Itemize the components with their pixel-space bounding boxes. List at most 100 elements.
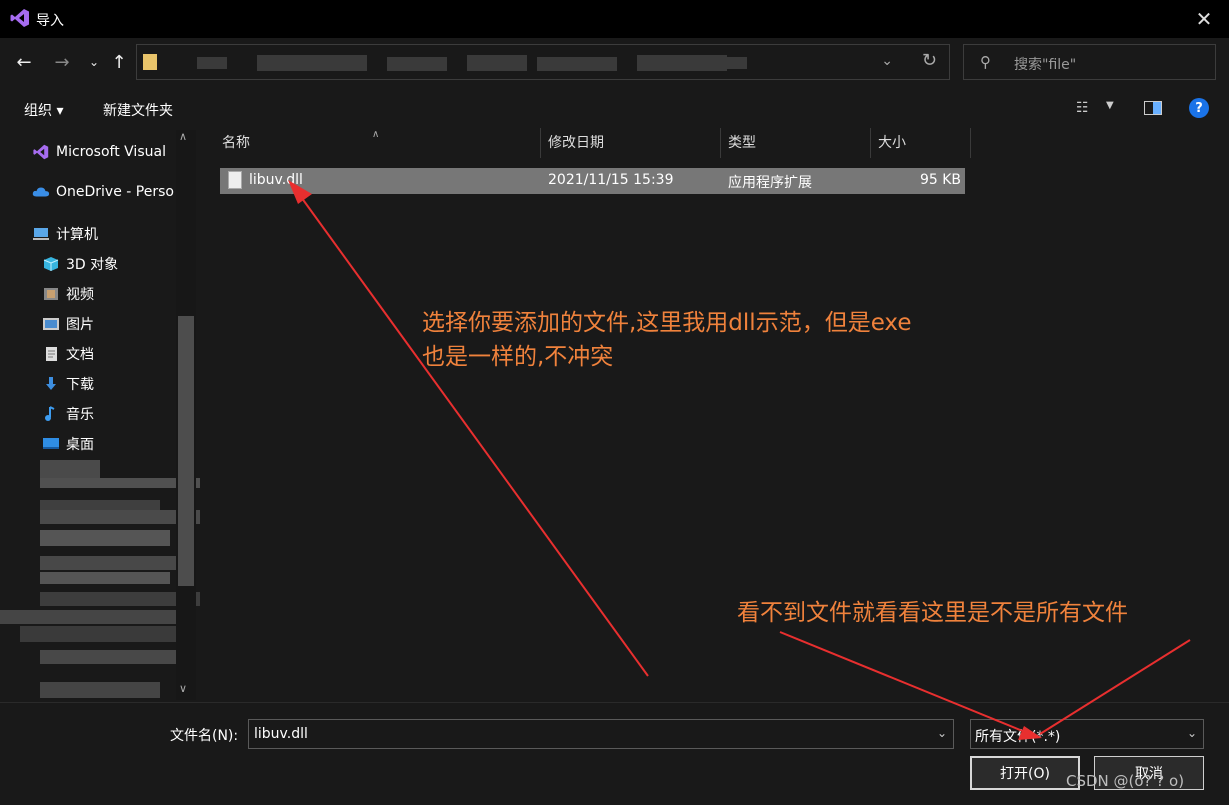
filetype-value: 所有文件(*.*) [975,729,1061,745]
table-row[interactable]: libuv.dll 2021/11/15 15:39 应用程序扩展 95 KB [220,168,965,194]
filename-label: 文件名(N): [170,728,239,744]
recent-locations-chevron-icon[interactable]: ⌄ [82,50,106,74]
annotation-note-filetype: 看不到文件就看看这里是不是所有文件 [737,600,1128,626]
column-separator[interactable] [720,128,721,158]
redacted-item [0,610,180,624]
annotation-note-line1: 选择你要添加的文件,这里我用dll示范，但是exe [422,310,912,336]
computer-icon [33,228,49,240]
redacted-item [20,626,190,642]
column-separator[interactable] [970,128,971,158]
onedrive-icon [32,187,50,197]
dialog-footer: 文件名(N): libuv.dll ⌄ 所有文件(*.*) ⌄ 打开(O) 取消 [0,702,1229,805]
file-size: 95 KB [919,172,961,188]
visual-studio-icon [33,144,49,160]
sidebar-item-label: 文档 [66,347,94,363]
filename-value[interactable]: libuv.dll [254,726,308,742]
forward-button[interactable]: → [50,50,74,74]
sidebar-item-label: 桌面 [66,437,94,453]
column-header-type[interactable]: 类型 [728,126,756,160]
sidebar-item-label: 音乐 [66,407,94,423]
blurred-path-segment [387,57,447,71]
title-bar: 导入 ✕ [0,0,1229,38]
up-button[interactable]: ↑ [107,50,131,74]
redacted-item [40,460,100,480]
file-name: libuv.dll [249,172,303,188]
view-options-icon[interactable]: ☷ [1076,100,1089,116]
sidebar-item-label: 计算机 [56,227,98,243]
redacted-item [40,556,190,570]
help-button[interactable]: ? [1189,98,1209,118]
sidebar-item-label: OneDrive - Perso [56,184,174,200]
sidebar-item-computer[interactable]: 计算机 [32,224,98,244]
address-bar[interactable]: ⌄ ↻ [136,44,950,80]
blurred-path-segment [467,55,527,71]
column-header-modified[interactable]: 修改日期 [548,126,604,160]
annotation-note-line2: 也是一样的,不冲突 [422,344,614,370]
sidebar-item-downloads[interactable]: 下载 [42,374,94,394]
sidebar-item-label: 下载 [66,377,94,393]
filename-field[interactable]: libuv.dll ⌄ [248,719,954,749]
command-toolbar: 组织 ▾ 新建文件夹 ☷ ▼ ? [0,90,1229,126]
sidebar-item-3d-objects[interactable]: 3D 对象 [42,254,118,274]
column-separator[interactable] [870,128,871,158]
sidebar-scrollbar[interactable]: ∧ ∨ [176,130,196,700]
blurred-path-segment [197,57,227,69]
sidebar-item-label: Microsoft Visual [56,144,166,160]
blurred-path-segment [257,55,367,71]
file-modified: 2021/11/15 15:39 [548,172,674,188]
sidebar-item-label: 图片 [66,317,94,333]
refresh-icon[interactable]: ↻ [922,50,937,71]
sidebar-item-pictures[interactable]: 图片 [42,314,94,334]
visual-studio-icon [10,9,29,27]
sidebar-item-music[interactable]: 音乐 [42,404,94,424]
organize-button[interactable]: 组织 ▾ [24,100,63,120]
column-header-name[interactable]: 名称 [222,126,250,160]
sidebar-item-documents[interactable]: 文档 [42,344,94,364]
address-history-chevron-icon[interactable]: ⌄ [881,53,893,69]
watermark-text: CSDN @(o? ? o) [1066,772,1185,790]
back-button[interactable]: ← [12,50,36,74]
filetype-select[interactable]: 所有文件(*.*) ⌄ [970,719,1204,749]
search-icon: ⚲ [980,53,991,71]
download-icon [46,377,56,390]
sort-ascending-icon: ∧ [372,129,380,140]
sidebar-item-desktop[interactable]: 桌面 [42,434,94,454]
blurred-path-segment [717,57,747,69]
search-box[interactable]: ⚲ 搜索"file" [963,44,1216,80]
redacted-item [40,682,160,698]
navigation-pane: Microsoft Visual OneDrive - Perso 计算机 3D… [0,126,200,702]
sidebar-item-visual-studio[interactable]: Microsoft Visual [32,144,166,160]
column-header-size[interactable]: 大小 [878,126,906,160]
sidebar-item-label: 3D 对象 [66,257,119,273]
redacted-item [40,530,170,546]
window-title: 导入 [36,13,64,29]
pictures-icon [43,318,59,330]
view-chevron-icon[interactable]: ▼ [1106,100,1114,111]
blurred-path-segment [637,55,727,71]
close-button[interactable]: ✕ [1191,6,1217,32]
new-folder-button[interactable]: 新建文件夹 [103,100,173,120]
video-icon [44,288,58,300]
desktop-icon [43,438,59,449]
file-type: 应用程序扩展 [728,175,812,191]
blurred-path-segment [537,57,617,71]
open-button[interactable]: 打开(O) [970,756,1080,790]
documents-icon [46,347,57,361]
address-row: ← → ⌄ ↑ ⌄ ↻ ⚲ 搜索"file" [0,38,1229,90]
scroll-down-icon[interactable]: ∨ [179,682,187,695]
redacted-item [40,650,190,664]
3d-objects-icon [43,257,59,271]
scroll-up-icon[interactable]: ∧ [179,130,187,143]
sidebar-item-label: 视频 [66,287,94,303]
chevron-down-icon[interactable]: ⌄ [937,726,947,740]
chevron-down-icon[interactable]: ⌄ [1187,726,1197,740]
folder-icon [143,54,157,70]
redacted-item [40,572,170,584]
search-input[interactable]: 搜索"file" [1014,54,1076,74]
sidebar-item-onedrive[interactable]: OneDrive - Perso [32,184,174,200]
scrollbar-thumb[interactable] [178,316,194,586]
preview-pane-icon[interactable] [1144,101,1162,115]
music-icon [45,406,55,421]
column-separator[interactable] [540,128,541,158]
sidebar-item-video[interactable]: 视频 [42,284,94,304]
